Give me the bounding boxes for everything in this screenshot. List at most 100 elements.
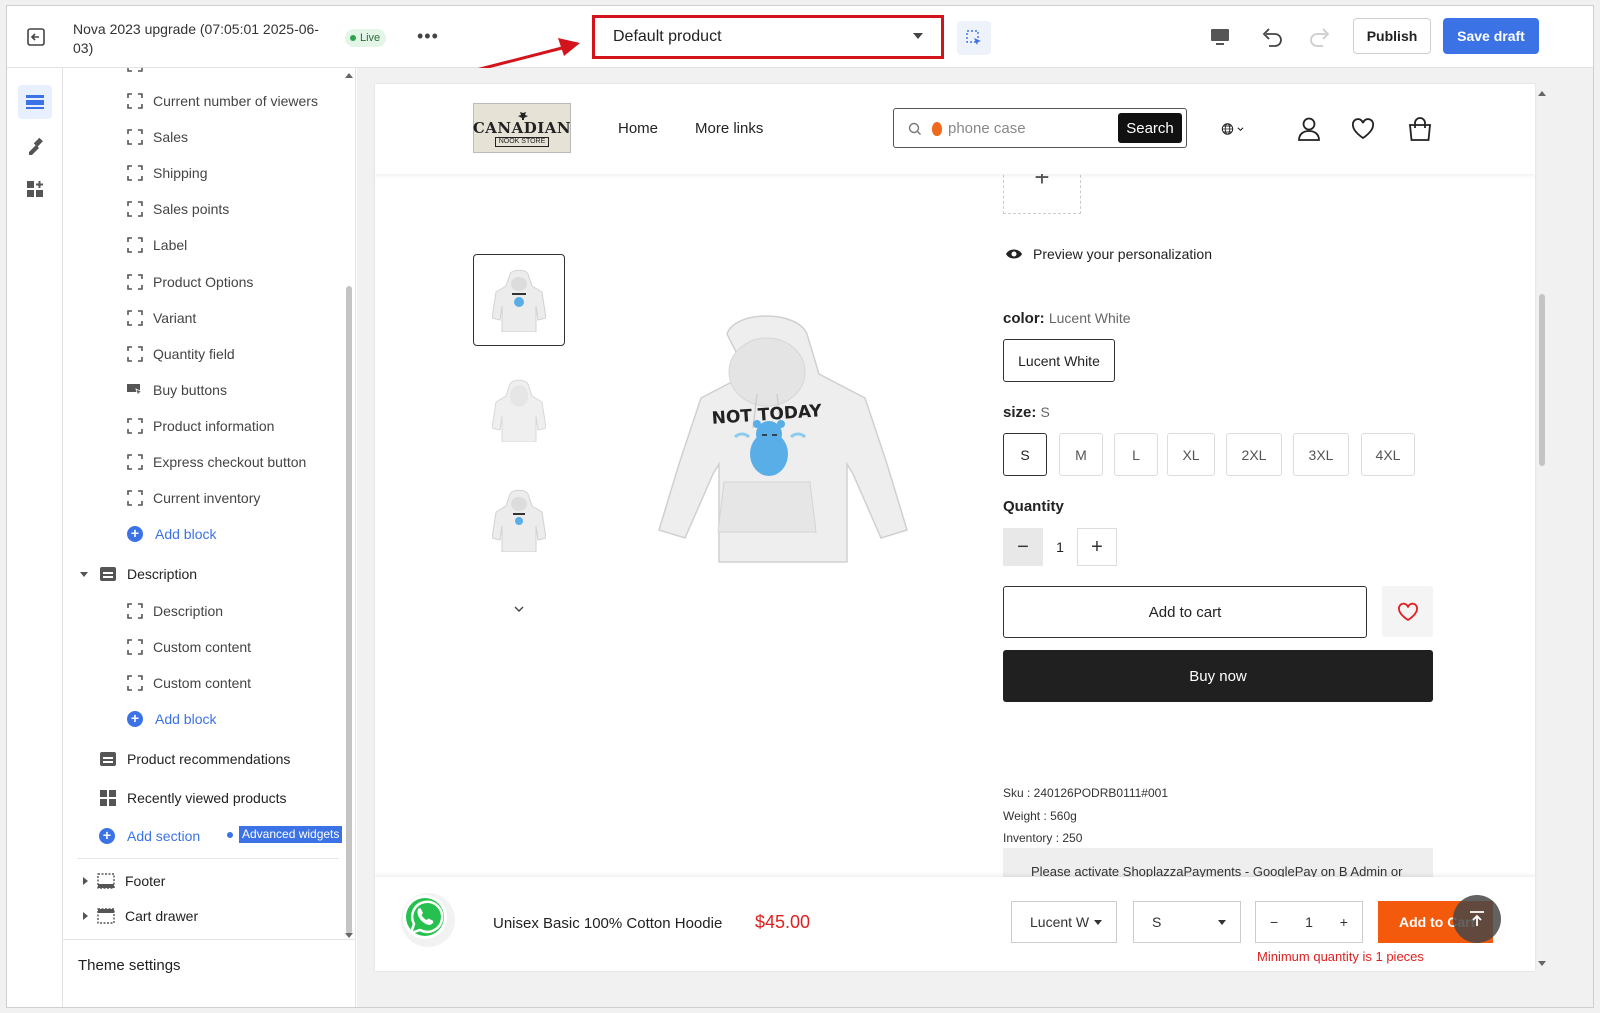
nav-home[interactable]: Home: [618, 120, 658, 137]
block-bracket-icon: [127, 129, 143, 145]
sidebar-block-item[interactable]: Product Options: [127, 274, 253, 290]
footer-icon: [97, 873, 115, 889]
sidebar-block-item[interactable]: Current inventory: [127, 490, 260, 506]
sticky-product-title: Unisex Basic 100% Cotton Hoodie: [493, 915, 723, 932]
sidebar-block-item[interactable]: Custom content: [127, 639, 251, 655]
size-option-m[interactable]: M: [1059, 433, 1103, 476]
size-option-l[interactable]: L: [1114, 433, 1158, 476]
sticky-quantity-stepper[interactable]: − 1 +: [1255, 901, 1363, 943]
scroll-up-icon[interactable]: [1538, 90, 1546, 96]
sections-icon[interactable]: [18, 85, 52, 119]
nav-more-links[interactable]: More links: [695, 120, 763, 137]
sidebar-block-item[interactable]: Shipping: [127, 165, 208, 181]
store-search[interactable]: phone case Search: [893, 108, 1187, 148]
size-option-label: size: S: [1003, 404, 1050, 421]
theme-settings-button[interactable]: Theme settings: [63, 939, 355, 1007]
advanced-widgets-badge[interactable]: Advanced widgets: [227, 826, 343, 843]
wishlist-heart-icon[interactable]: [1350, 116, 1376, 142]
color-value: Lucent White: [1048, 310, 1131, 326]
arrow-up-icon: [1470, 911, 1484, 926]
inspect-select-icon[interactable]: [957, 21, 991, 55]
product-thumbnail[interactable]: [473, 364, 565, 456]
sidebar-block-item[interactable]: Product information: [127, 418, 274, 434]
section-footer[interactable]: Footer: [81, 872, 165, 890]
cart-bag-icon[interactable]: [1407, 116, 1433, 142]
block-bracket-icon: [127, 346, 143, 362]
apps-icon[interactable]: [18, 172, 52, 206]
add-block-button[interactable]: + Add block: [127, 526, 216, 542]
publish-button[interactable]: Publish: [1353, 18, 1431, 54]
back-to-top-button[interactable]: [1453, 895, 1501, 943]
desktop-view-icon[interactable]: [1207, 24, 1233, 50]
block-bracket-icon: [127, 274, 143, 290]
template-select-value: Default product: [613, 28, 722, 45]
section-icon: [100, 752, 116, 766]
sticky-qty-minus-button[interactable]: −: [1270, 914, 1278, 930]
sku-text: Sku : 240126PODRB0111#001: [1003, 786, 1169, 800]
sticky-variant-select[interactable]: Lucent W: [1011, 901, 1117, 943]
redo-icon[interactable]: [1307, 24, 1333, 50]
size-option-xl[interactable]: XL: [1167, 433, 1215, 476]
size-option-3xl[interactable]: 3XL: [1293, 433, 1349, 476]
sidebar-block-item[interactable]: Custom content: [127, 675, 251, 691]
product-thumbnail[interactable]: [473, 254, 565, 346]
sidebar-block-item[interactable]: Current number of viewers: [127, 93, 318, 109]
search-button[interactable]: Search: [1118, 113, 1182, 143]
add-to-cart-button[interactable]: Add to cart: [1003, 586, 1367, 638]
section-label: Product recommendations: [127, 751, 291, 767]
collapse-triangle-icon[interactable]: [79, 569, 89, 579]
add-block-button[interactable]: + Add block: [127, 711, 216, 727]
hoodie-thumbnail-image: [492, 269, 546, 332]
account-icon[interactable]: [1296, 116, 1322, 142]
template-select[interactable]: Default product: [592, 15, 944, 59]
chevron-down-icon[interactable]: [513, 604, 525, 614]
expand-triangle-icon[interactable]: [81, 911, 89, 921]
size-option-s[interactable]: S: [1003, 433, 1047, 476]
section-cart-drawer[interactable]: Cart drawer: [81, 907, 198, 925]
globe-icon[interactable]: [1221, 116, 1247, 142]
sidebar-block-item[interactable]: Label: [127, 237, 187, 253]
sidebar-block-item[interactable]: Sales: [127, 129, 188, 145]
scroll-up-icon[interactable]: [345, 72, 353, 78]
scroll-down-icon[interactable]: [1538, 961, 1546, 967]
sidebar-block-item[interactable]: Variant: [127, 310, 196, 326]
sidebar-block-item[interactable]: Quantity field: [127, 346, 235, 362]
preview-personalization-link[interactable]: Preview your personalization: [1005, 246, 1212, 262]
sidebar-scrollbar[interactable]: [346, 286, 352, 934]
add-section-button[interactable]: + Add section: [99, 828, 200, 844]
scroll-down-icon[interactable]: [345, 933, 353, 939]
product-thumbnail[interactable]: [473, 474, 565, 566]
sidebar: Current number of viewers Sales Shipping Sa…: [63, 68, 356, 1007]
product-main-image[interactable]: NOT TODAY: [609, 314, 927, 564]
exit-icon[interactable]: [25, 26, 47, 48]
sticky-qty-value[interactable]: 1: [1305, 914, 1313, 930]
quantity-value[interactable]: 1: [1043, 528, 1077, 566]
sidebar-block-item[interactable]: Buy buttons: [127, 382, 227, 398]
block-bracket-icon: [127, 490, 143, 506]
section-description[interactable]: Description: [79, 565, 197, 583]
save-draft-button[interactable]: Save draft: [1443, 18, 1539, 54]
color-option-lucent-white[interactable]: Lucent White: [1003, 339, 1115, 382]
sidebar-block-item[interactable]: Sales points: [127, 201, 229, 217]
sticky-add-to-cart-bar: Unisex Basic 100% Cotton Hoodie $45.00 L…: [375, 877, 1535, 971]
block-bracket-icon: [127, 639, 143, 655]
sidebar-block-item[interactable]: Description: [127, 603, 223, 619]
add-to-wishlist-button[interactable]: [1382, 586, 1433, 637]
buy-now-button[interactable]: Buy now: [1003, 650, 1433, 702]
section-product-recommendations[interactable]: Product recommendations: [99, 750, 290, 768]
sidebar-block-item[interactable]: Express checkout button: [127, 454, 306, 470]
preview-scrollbar[interactable]: [1539, 294, 1545, 466]
size-option-2xl[interactable]: 2XL: [1226, 433, 1282, 476]
expand-triangle-icon[interactable]: [81, 876, 89, 886]
block-label: Buy buttons: [153, 382, 227, 398]
quantity-decrease-button[interactable]: −: [1003, 528, 1043, 566]
whatsapp-icon[interactable]: [397, 889, 457, 949]
theme-style-icon[interactable]: [18, 129, 52, 163]
undo-icon[interactable]: [1259, 24, 1285, 50]
size-option-4xl[interactable]: 4XL: [1361, 433, 1415, 476]
quantity-increase-button[interactable]: +: [1077, 528, 1117, 566]
store-logo[interactable]: CANADIAN NOOK STORE: [473, 103, 571, 153]
sticky-size-select[interactable]: S: [1133, 901, 1241, 943]
section-recently-viewed[interactable]: Recently viewed products: [99, 789, 287, 807]
sticky-qty-plus-button[interactable]: +: [1340, 914, 1348, 930]
